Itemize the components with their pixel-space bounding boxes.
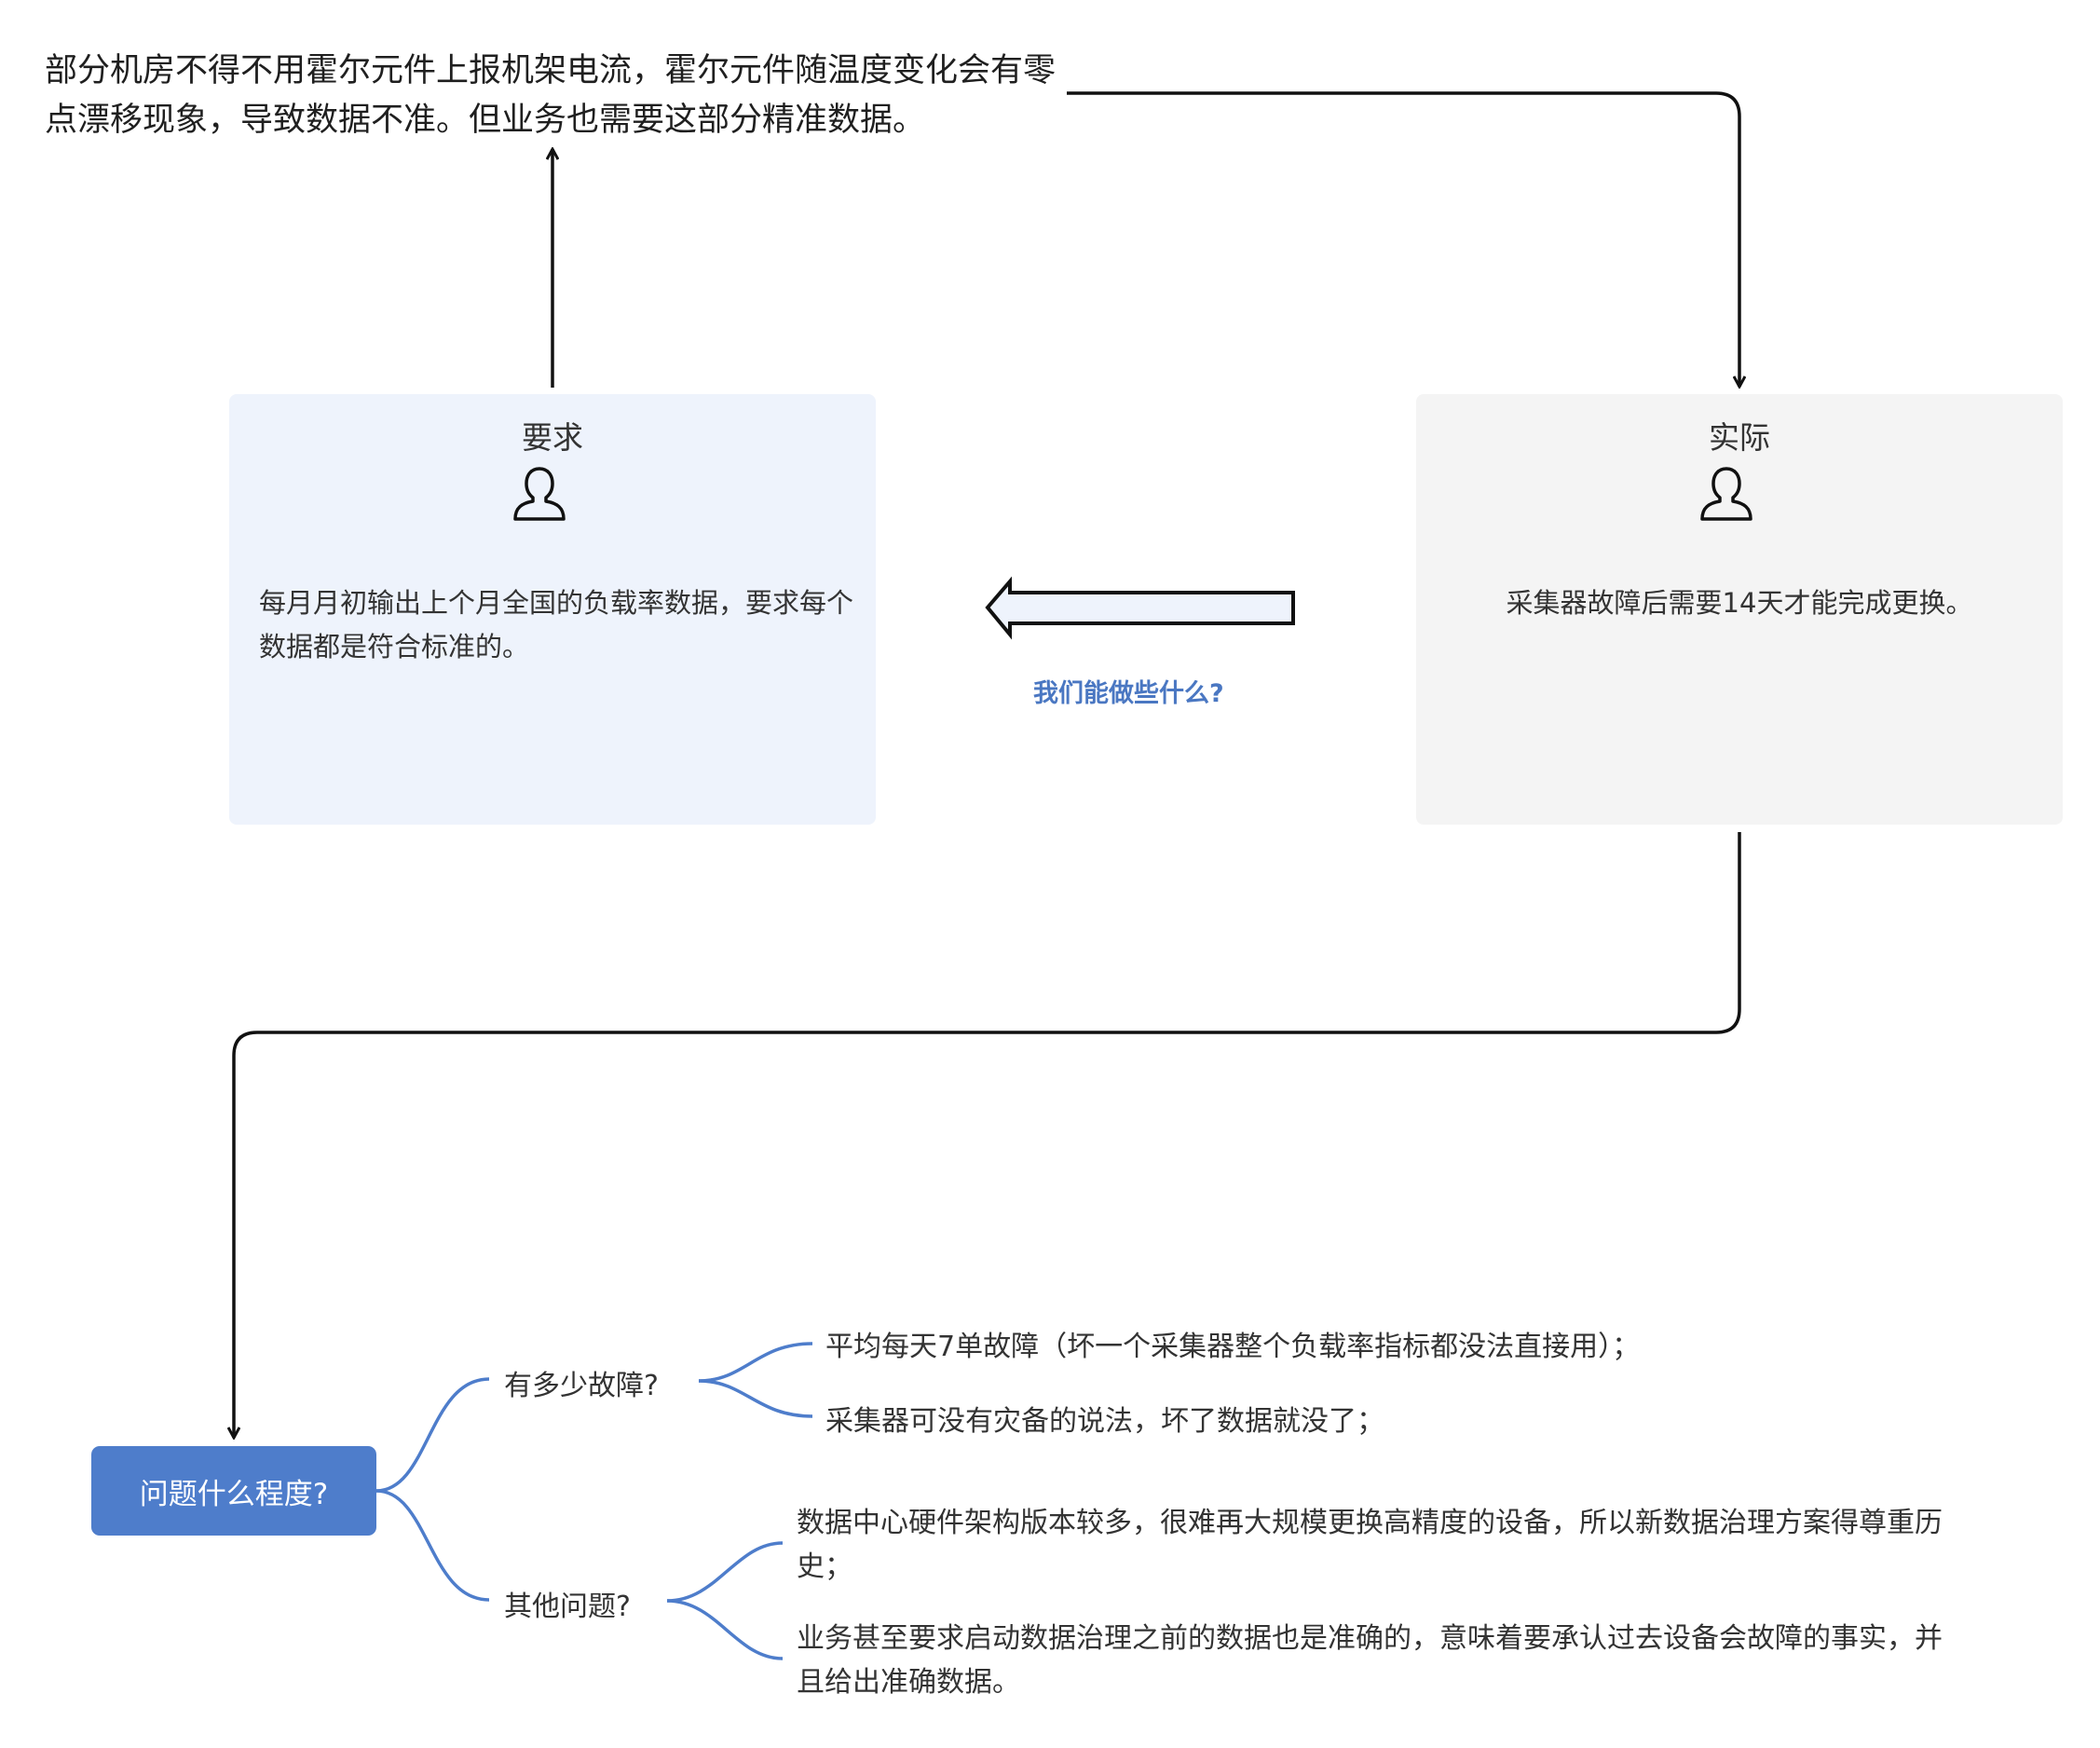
mindmap-leaf[interactable]: 平均每天7单故障（坏一个采集器整个负载率指标都没法直接用）； — [825, 1325, 1640, 1369]
mindmap-leaf[interactable]: 数据中心硬件架构版本较多，很难再大规模更换高精度的设备，所以新数据治理方案得尊重… — [797, 1501, 1943, 1589]
mindmap-leaf[interactable]: 业务甚至要求启动数据治理之前的数据也是准确的，意味着要承认过去设备会故障的事实，… — [797, 1617, 1943, 1704]
mindmap-branch-other-issues[interactable]: 其他问题? — [504, 1583, 631, 1624]
mindmap-leaf[interactable]: 采集器可没有灾备的说法，坏了数据就没了； — [825, 1400, 1384, 1443]
mindmap-root-label: 问题什么程度? — [139, 1477, 329, 1511]
mindmap-line-branch1-leaf2 — [698, 1379, 813, 1418]
mindmap-line-branch2-leaf2 — [666, 1599, 784, 1660]
question-label: 我们能做些什么? — [1033, 679, 1224, 708]
requirement-body: 每月月初输出上个月全国的负载率数据，要求每个数据都是符合标准的。 — [259, 587, 854, 662]
top-note: 部分机房不得不用霍尔元件上报机架电流，霍尔元件随温度变化会有零点漂移现象，导致数… — [45, 52, 1057, 139]
user-icon — [513, 467, 566, 521]
left-block-arrow — [985, 576, 1295, 640]
actual-body: 采集器故障后需要14天才能完成更换。 — [1506, 587, 1973, 619]
actual-card: 实际 采集器故障后需要14天才能完成更换。 — [1416, 394, 2063, 825]
actual-title: 实际 — [1709, 419, 1770, 456]
mindmap-line-root-branch2 — [375, 1489, 490, 1602]
mindmap-root-node[interactable]: 问题什么程度? — [91, 1446, 376, 1536]
requirement-card: 要求 每月月初输出上个月全国的负载率数据，要求每个数据都是符合标准的。 — [229, 394, 876, 825]
mindmap-line-branch1-leaf1 — [698, 1342, 813, 1383]
mindmap-line-branch2-leaf1 — [666, 1541, 784, 1603]
mindmap-line-root-branch1 — [375, 1377, 490, 1493]
user-icon — [1700, 467, 1752, 521]
requirement-title: 要求 — [522, 419, 583, 456]
mindmap-branch-fault-count[interactable]: 有多少故障? — [504, 1362, 659, 1403]
connector-note-to-actual — [1067, 91, 1739, 387]
